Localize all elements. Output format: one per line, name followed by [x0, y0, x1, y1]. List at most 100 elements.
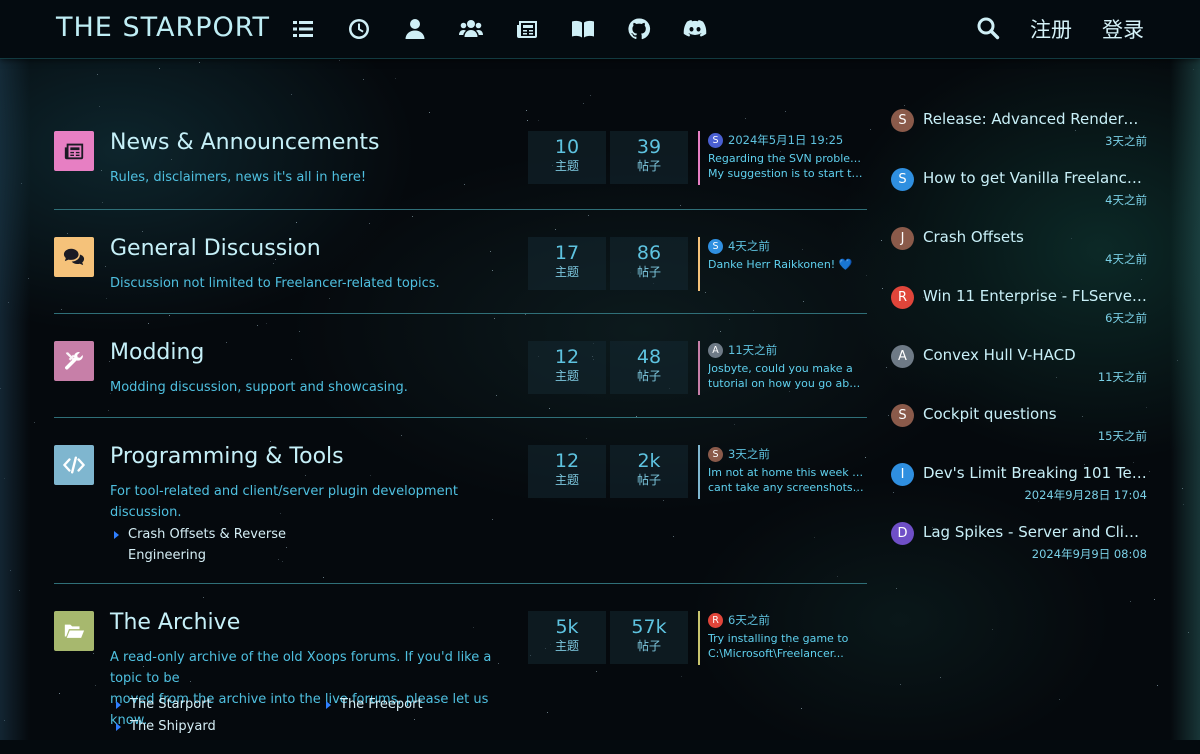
star [1059, 699, 1060, 700]
code-icon [54, 445, 94, 485]
forum-row-news: News & Announcements Rules, disclaimers,… [54, 104, 867, 210]
book-icon[interactable] [570, 16, 596, 42]
subforum-link[interactable]: The Starport [116, 694, 212, 715]
avatar[interactable]: J [891, 227, 914, 250]
recent-thread-time: 15天之前 [1097, 429, 1147, 443]
recent-thread-item: A Convex Hull V-HACD 11天之前 [891, 344, 1147, 403]
recent-thread-title[interactable]: Convex Hull V-HACD [923, 346, 1147, 364]
last-post-excerpt[interactable]: Danke Herr Raikkonen! 💙 [708, 257, 864, 272]
star [904, 105, 905, 106]
account-nav: 注册 登录 [976, 14, 1144, 44]
forum-description: Discussion not limited to Freelancer-rel… [110, 276, 440, 291]
star [888, 415, 889, 416]
clock-icon[interactable] [346, 16, 372, 42]
last-post-excerpt[interactable]: Im not at home this week so Icant take a… [708, 465, 864, 495]
recent-thread-title[interactable]: Crash Offsets [923, 228, 1147, 246]
posts-count: 57k 帖子 [610, 611, 688, 664]
recent-thread-title[interactable]: Release: Advanced Renderer v... [923, 110, 1147, 128]
subforum-link[interactable]: Crash Offsets & Reverse Engineering [114, 524, 286, 566]
recent-thread-title[interactable]: Lag Spikes - Server and Client ... [923, 523, 1147, 541]
posts-count: 86 帖子 [610, 237, 688, 290]
last-post-time[interactable]: 11天之前 [728, 342, 777, 358]
forum-title[interactable]: Programming & Tools [110, 444, 344, 469]
top-navigation-bar: THE STARPORT 注册 登录 [0, 0, 1200, 59]
forum-title[interactable]: The Archive [110, 610, 240, 635]
avatar[interactable]: I [891, 463, 914, 486]
caret-right-icon [326, 701, 331, 709]
forum-row-archive: The Archive A read-only archive of the o… [54, 584, 867, 754]
recent-thread-item: R Win 11 Enterprise - FLServer h... 6天之前 [891, 285, 1147, 344]
site-brand[interactable]: THE STARPORT [56, 12, 270, 43]
recent-thread-time: 4天之前 [1105, 252, 1147, 266]
recent-thread-time: 11天之前 [1097, 370, 1147, 384]
threads-count: 17 主题 [528, 237, 606, 290]
star [992, 629, 993, 630]
last-post-excerpt[interactable]: Regarding the SVN problem: My suggestion … [708, 151, 864, 181]
star [1149, 471, 1150, 472]
forum-title[interactable]: News & Announcements [110, 130, 380, 155]
last-post-time[interactable]: 6天之前 [728, 612, 770, 628]
newspaper-icon [54, 131, 94, 171]
star [590, 95, 591, 96]
forum-title[interactable]: General Discussion [110, 236, 321, 261]
avatar[interactable]: S [891, 168, 914, 191]
avatar[interactable]: A [891, 345, 914, 368]
star [339, 60, 340, 61]
last-post: S 2024年5月1日 19:25 Regarding the SVN probl… [698, 131, 868, 185]
recent-thread-title[interactable]: How to get Vanilla Freelancer r... [923, 169, 1147, 187]
login-link[interactable]: 登录 [1102, 14, 1144, 44]
last-post-excerpt[interactable]: Josbyte, could you make a tutorial on how… [708, 361, 864, 391]
last-post-time[interactable]: 4天之前 [728, 238, 770, 254]
avatar[interactable]: S [708, 132, 723, 148]
users-icon[interactable] [458, 16, 484, 42]
forum-description: Modding discussion, support and showcasi… [110, 380, 408, 395]
star [870, 129, 871, 130]
star [159, 68, 160, 69]
recent-thread-title[interactable]: Dev's Limit Breaking 101 Tech... [923, 464, 1147, 482]
star [940, 677, 941, 678]
caret-right-icon [116, 723, 121, 731]
avatar[interactable]: S [708, 446, 723, 462]
avatar[interactable]: R [891, 286, 914, 309]
star [882, 288, 883, 289]
comments-icon [54, 237, 94, 277]
avatar[interactable]: R [708, 612, 723, 628]
last-post-time[interactable]: 3天之前 [728, 446, 770, 462]
avatar[interactable]: D [891, 522, 914, 545]
posts-count: 39 帖子 [610, 131, 688, 184]
star [900, 684, 901, 685]
recent-thread-time: 6天之前 [1105, 311, 1147, 325]
star [395, 78, 396, 79]
last-post-time[interactable]: 2024年5月1日 19:25 [728, 132, 843, 148]
forum-row-modding: Modding Modding discussion, support and … [54, 314, 867, 418]
threads-count: 12 主题 [528, 341, 606, 394]
discord-icon[interactable] [682, 16, 708, 42]
star [97, 74, 98, 75]
avatar[interactable]: A [708, 342, 723, 358]
threads-count: 12 主题 [528, 445, 606, 498]
forum-title[interactable]: Modding [110, 340, 204, 365]
search-icon[interactable] [976, 16, 1002, 42]
github-icon[interactable] [626, 16, 652, 42]
avatar[interactable]: S [891, 404, 914, 427]
subforum-link[interactable]: The Shipyard [116, 716, 216, 737]
recent-thread-title[interactable]: Cockpit questions [923, 405, 1147, 423]
newspaper-icon[interactable] [514, 16, 540, 42]
list-icon[interactable] [290, 16, 316, 42]
subforum-link[interactable]: The Freeport [326, 694, 423, 715]
recent-thread-item: S Cockpit questions 15天之前 [891, 403, 1147, 462]
user-icon[interactable] [402, 16, 428, 42]
posts-count: 2k 帖子 [610, 445, 688, 498]
recent-thread-item: S Release: Advanced Renderer v... 3天之前 [891, 108, 1147, 167]
posts-count: 48 帖子 [610, 341, 688, 394]
recent-thread-title[interactable]: Win 11 Enterprise - FLServer h... [923, 287, 1147, 305]
last-post-excerpt[interactable]: Try installing the game to C:\Microsoft\F… [708, 631, 864, 661]
recent-thread-time: 2024年9月28日 17:04 [1024, 488, 1147, 502]
star [1154, 599, 1155, 600]
avatar[interactable]: S [891, 109, 914, 132]
last-post: A 11天之前 Josbyte, could you make a tutorial… [698, 341, 868, 395]
avatar[interactable]: S [708, 238, 723, 254]
register-link[interactable]: 注册 [1030, 14, 1072, 44]
forum-description: Rules, disclaimers, news it's all in her… [110, 170, 367, 185]
star [363, 79, 364, 80]
